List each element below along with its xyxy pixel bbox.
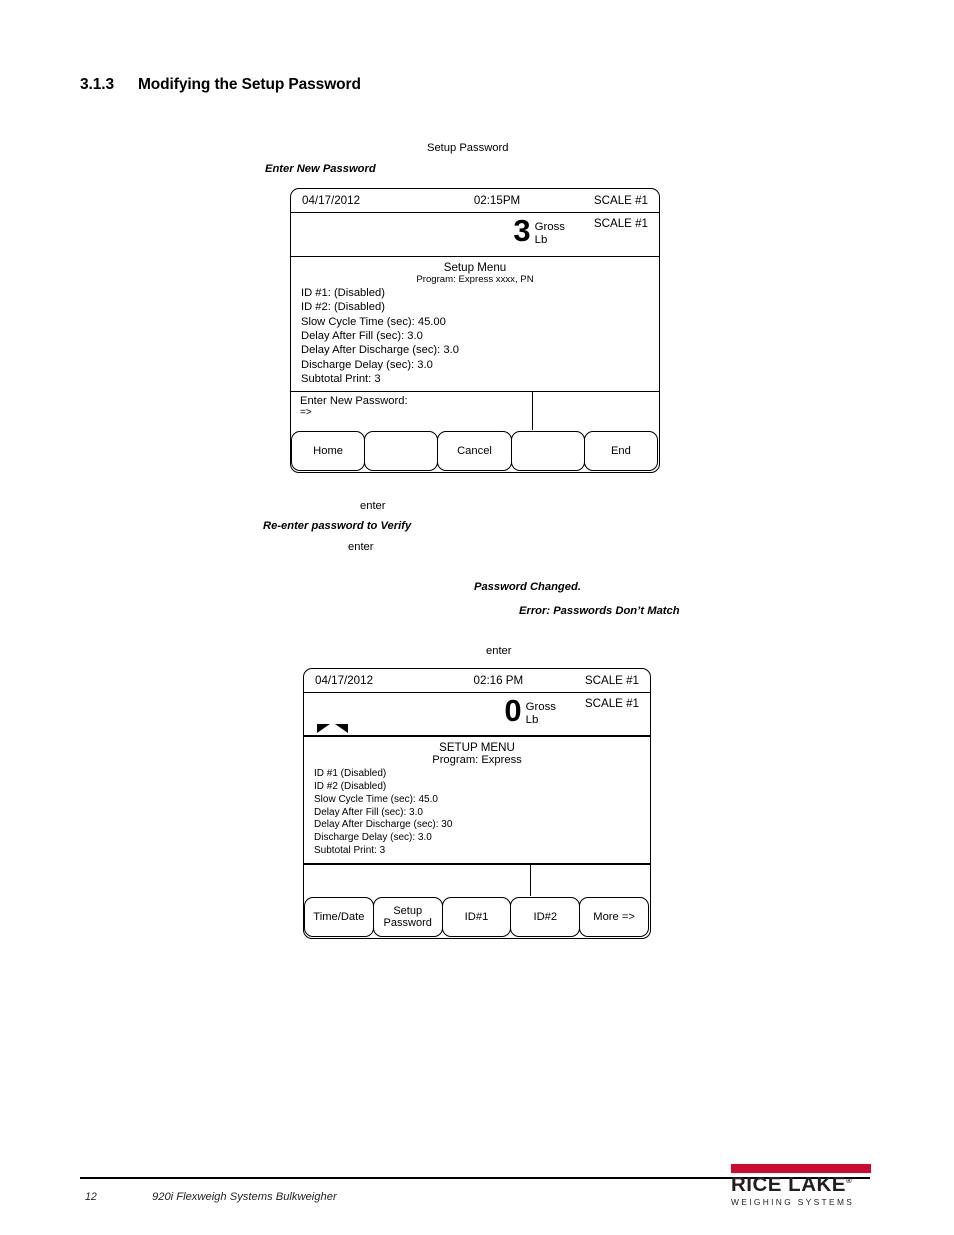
panel2-weight-value: 0 (504, 693, 521, 728)
logo-registered-icon: ® (845, 1176, 853, 1186)
panel1-display-scale: SCALE #1 (593, 217, 648, 230)
panel1-weight-units: Gross Lb (530, 213, 565, 247)
label-error-mismatch: Error: Passwords Don’t Match (519, 605, 680, 617)
label-enter-3: enter (486, 645, 512, 657)
panel2-menu-list: ID #1 (Disabled) ID #2 (Disabled) Slow C… (304, 768, 650, 858)
panel2-weight-row: 0 Gross Lb SCALE #1 (304, 693, 650, 737)
list-item[interactable]: Slow Cycle Time (sec): 45.00 (301, 315, 659, 329)
panel2-status-bar: 04/17/2012 02:16 PM SCALE #1 (304, 669, 650, 693)
list-item[interactable]: Discharge Delay (sec): 3.0 (301, 358, 659, 372)
list-item[interactable]: ID #2 (Disabled) (314, 781, 650, 794)
panel1-weight-value: 3 (513, 213, 530, 248)
panel1-prompt-field[interactable] (533, 392, 659, 430)
list-item[interactable]: Subtotal Print: 3 (314, 845, 650, 858)
panel2-date: 04/17/2012 (315, 674, 374, 687)
panel1-status-bar: 04/17/2012 02:15PM SCALE #1 (291, 189, 659, 213)
label-re-enter-verify: Re-enter password to Verify (263, 520, 412, 532)
rice-lake-logo: RICE LAKE® WEIGHING SYSTEMS (731, 1164, 871, 1207)
label-password-changed: Password Changed. (474, 581, 581, 593)
section-number: 3.1.3 (80, 76, 114, 93)
logo-tagline: WEIGHING SYSTEMS (731, 1196, 855, 1207)
list-item[interactable]: Delay After Discharge (sec): 30 (314, 819, 650, 832)
panel2-prompt-row (304, 865, 650, 897)
list-item[interactable]: ID #1: (Disabled) (301, 286, 659, 300)
panel2-menu-body: SETUP MENU Program: Express ID #1 (Disab… (304, 737, 650, 866)
triangle-left-icon (317, 724, 330, 733)
panel1-status-scale: SCALE #1 (593, 194, 648, 207)
panel1-menu-body: Setup Menu Program: Express xxxx, PN ID … (291, 257, 659, 393)
section-heading: 3.1.3 Modifying the Setup Password (80, 76, 361, 94)
softkey-id1[interactable]: ID#1 (441, 897, 512, 938)
panel1-prompt-row: Enter New Password: => (291, 392, 659, 431)
softkey-setup-password[interactable]: Setup Password (372, 897, 443, 938)
panel2-weight-units: Gross Lb (521, 693, 556, 727)
panel1-menu-subtitle: Program: Express xxxx, PN (416, 273, 534, 285)
panel2-softkey-strip: Time/Date Setup Password ID#1 ID#2 More … (304, 896, 650, 938)
softkey-cancel[interactable]: Cancel (437, 431, 512, 472)
indicator-panel-1: 04/17/2012 02:15PM SCALE #1 3 Gross Lb S… (290, 188, 660, 474)
panel2-weight-left (304, 693, 504, 735)
logo-wordmark: RICE LAKE® (731, 1173, 871, 1196)
panel1-prompt-cursor[interactable]: => (300, 408, 532, 419)
label-setup-password: Setup Password (427, 142, 509, 154)
triangle-right-icon (335, 724, 348, 733)
panel1-prompt: Enter New Password: => (291, 392, 532, 430)
panel1-weight-row: 3 Gross Lb SCALE #1 (291, 213, 659, 257)
label-enter-new-password: Enter New Password (265, 163, 376, 175)
list-item[interactable]: Delay After Discharge (sec): 3.0 (301, 343, 659, 357)
panel1-weight-left (291, 213, 513, 256)
softkey-time-date[interactable]: Time/Date (304, 897, 374, 938)
panel2-status-scale: SCALE #1 (584, 674, 639, 687)
list-item[interactable]: Subtotal Print: 3 (301, 372, 659, 386)
panel2-annunciators (317, 724, 348, 733)
panel1-weight-mode: Gross (534, 221, 565, 233)
footer-document-title: 920i Flexweigh Systems Bulkweigher (152, 1191, 337, 1203)
label-enter-2: enter (348, 541, 374, 553)
panel1-weight-unit: Lb (534, 234, 548, 247)
list-item[interactable]: Slow Cycle Time (sec): 45.0 (314, 794, 650, 807)
panel1-prompt-label: Enter New Password: (300, 395, 408, 408)
panel2-menu-subtitle: Program: Express (432, 753, 522, 766)
panel2-menu-title: SETUP MENU (439, 741, 515, 754)
panel2-display-scale: SCALE #1 (584, 697, 639, 710)
list-item[interactable]: Delay After Fill (sec): 3.0 (314, 807, 650, 820)
footer-page-number: 12 (85, 1191, 97, 1203)
panel2-prompt-field[interactable] (531, 865, 650, 896)
section-title: Modifying the Setup Password (138, 76, 361, 93)
panel1-softkey-strip: Home Cancel End (291, 430, 659, 472)
softkey-id2[interactable]: ID#2 (510, 897, 581, 938)
panel2-weight-mode: Gross (525, 701, 556, 713)
panel2-weight-unit: Lb (525, 714, 539, 727)
panel2-prompt (304, 865, 530, 896)
logo-name-text: RICE LAKE (731, 1173, 846, 1196)
logo-red-bar (731, 1164, 871, 1173)
panel1-menu-list: ID #1: (Disabled) ID #2: (Disabled) Slow… (291, 286, 659, 386)
softkey-home[interactable]: Home (291, 431, 366, 472)
softkey-blank-2[interactable] (510, 431, 585, 472)
list-item[interactable]: Discharge Delay (sec): 3.0 (314, 832, 650, 845)
softkey-more[interactable]: More => (579, 897, 649, 938)
panel1-menu-title: Setup Menu (443, 261, 507, 274)
list-item[interactable]: ID #1 (Disabled) (314, 768, 650, 781)
indicator-panel-2: 04/17/2012 02:16 PM SCALE #1 0 Gross Lb … (303, 668, 651, 940)
list-item[interactable]: ID #2: (Disabled) (301, 300, 659, 314)
softkey-end[interactable]: End (583, 431, 659, 472)
label-enter-1: enter (360, 500, 386, 512)
panel2-time: 02:16 PM (473, 674, 524, 687)
list-item[interactable]: Delay After Fill (sec): 3.0 (301, 329, 659, 343)
panel1-date: 04/17/2012 (302, 194, 361, 207)
panel1-time: 02:15PM (473, 194, 521, 207)
softkey-blank-1[interactable] (364, 431, 439, 472)
